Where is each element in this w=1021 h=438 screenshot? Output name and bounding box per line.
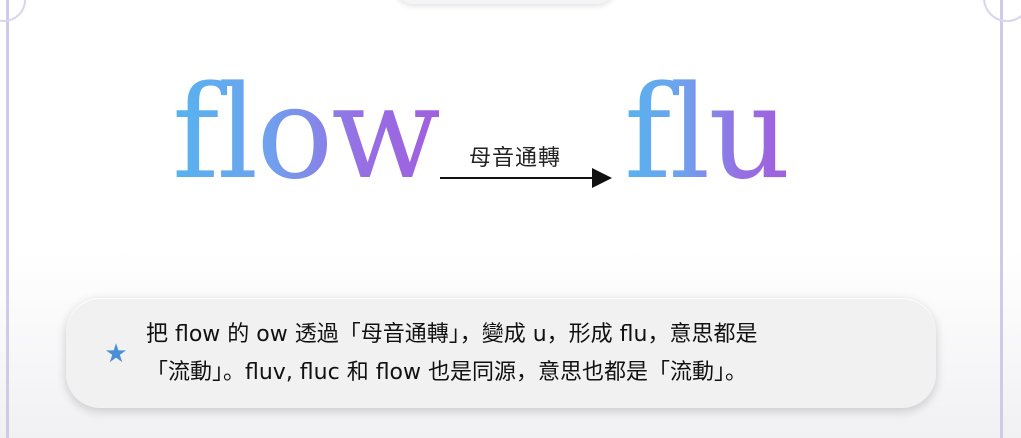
frame-left-border [6, 0, 9, 438]
target-word: flu [624, 59, 791, 208]
corner-ornament-right [983, 0, 1021, 22]
arrow-line [440, 177, 596, 179]
corner-ornament-left [0, 0, 26, 22]
explanation-line-1: 把 flow 的 ow 透過「母音通轉」，變成 u，形成 flu，意思都是 [146, 322, 758, 347]
explanation-line-2: 「流動」。fluv, fluc 和 flow 也是同源，意思也都是「流動」。 [146, 360, 747, 385]
explanation-text: 把 flow 的 ow 透過「母音通轉」，變成 u，形成 flu，意思都是 「流… [146, 316, 906, 392]
arrow-label: 母音通轉 [469, 146, 562, 171]
frame-right-border [1000, 0, 1003, 438]
arrow-head-icon [592, 168, 612, 188]
top-tab [395, 0, 615, 4]
explanation-card: ★ 把 flow 的 ow 透過「母音通轉」，變成 u，形成 flu，意思都是 … [66, 298, 936, 408]
source-word: flow [172, 59, 441, 208]
star-icon: ★ [104, 339, 128, 369]
